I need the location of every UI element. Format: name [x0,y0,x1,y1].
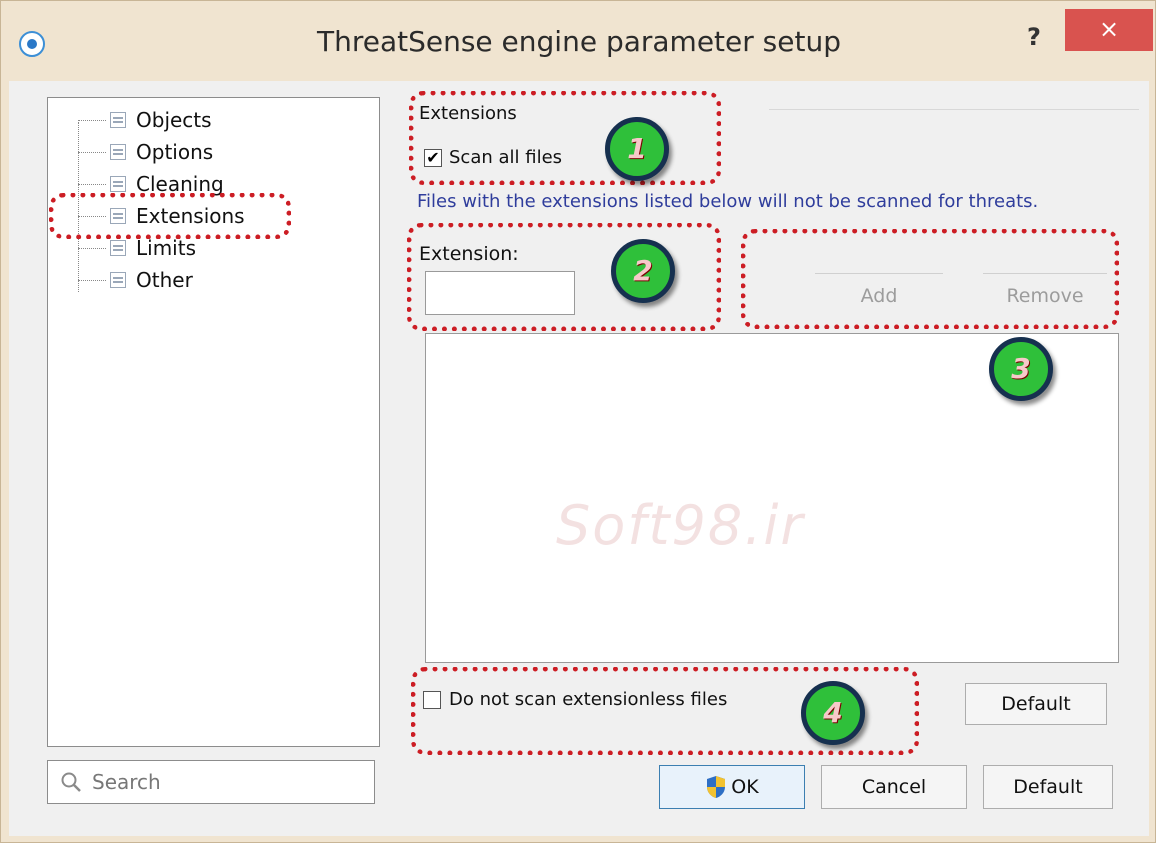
tree-item-label: Objects [136,108,212,132]
tree-item-other[interactable]: Other [78,264,193,296]
tree-branch [78,183,106,185]
tree-branch [78,247,106,249]
badge-4: 4 [801,681,865,745]
watermark-text: Soft98.ir [556,494,805,557]
list-icon [110,240,126,256]
badge-3: 3 [989,337,1053,401]
list-icon [110,144,126,160]
cancel-button[interactable]: Cancel [821,765,967,809]
ok-label: OK [731,776,759,798]
dialog-client: Objects Options Cleaning Extensions Limi [9,81,1149,836]
badge-1: 1 [605,117,669,181]
tree-item-label: Other [136,268,193,292]
tree-item-options[interactable]: Options [78,136,213,168]
search-icon [61,772,81,792]
tree-item-label: Limits [136,236,196,260]
default-extensions-button[interactable]: Default [965,683,1107,725]
tree-branch [78,279,106,281]
list-icon [110,112,126,128]
tree-item-label: Options [136,140,214,164]
dialog-window: ThreatSense engine parameter setup ? × O… [0,0,1156,843]
tree-item-objects[interactable]: Objects [78,104,212,136]
tree-branch [78,151,106,153]
window-title: ThreatSense engine parameter setup [316,25,841,58]
search-box[interactable]: Search [47,760,375,804]
default-button[interactable]: Default [983,765,1113,809]
badge-2: 2 [611,239,675,303]
callout-extensions-tree [49,193,291,239]
list-icon [110,272,126,288]
close-button[interactable]: × [1065,9,1153,51]
info-text: Files with the extensions listed below w… [417,191,1039,212]
search-placeholder: Search [92,770,161,794]
ok-button[interactable]: OK [659,765,805,809]
title-bar: ThreatSense engine parameter setup ? × [1,1,1156,81]
callout-1 [409,91,721,185]
callout-3 [741,229,1119,329]
list-icon [110,176,126,192]
tree-branch [78,119,106,121]
shield-icon [707,776,726,798]
help-button[interactable]: ? [1027,23,1041,51]
section-divider [769,109,1139,110]
